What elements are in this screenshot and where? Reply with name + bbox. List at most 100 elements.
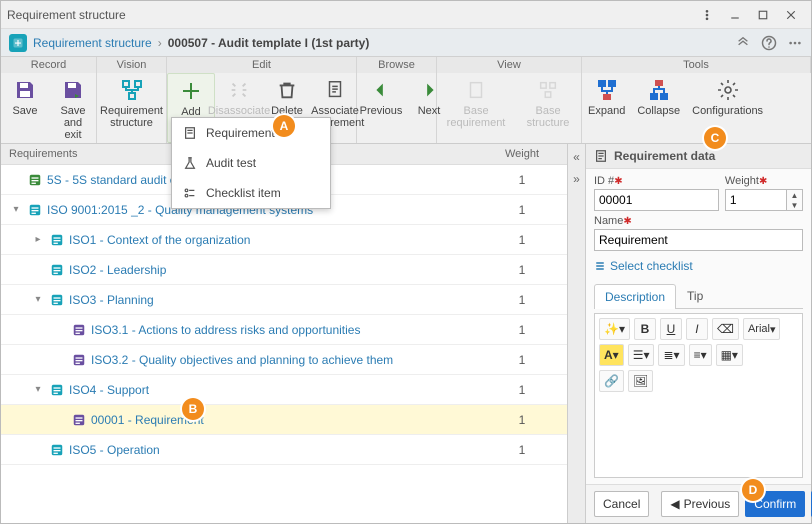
help-icon[interactable] <box>761 35 777 51</box>
ribbon-group-tools: Tools <box>582 57 811 73</box>
tab-description[interactable]: Description <box>594 284 676 309</box>
table-row[interactable]: ISO3.2 - Quality objectives and planning… <box>1 345 567 375</box>
expand-icon <box>594 77 620 103</box>
base-req-button: Base requirement <box>437 73 515 143</box>
base-struct-button: Base structure <box>515 73 581 143</box>
base-struct-label: Base structure <box>521 105 575 129</box>
save-icon <box>12 77 38 103</box>
dd-audit-test[interactable]: Audit test <box>172 148 330 178</box>
dd-requirement[interactable]: Requirement <box>172 118 330 148</box>
save-exit-icon <box>60 77 86 103</box>
id-label: ID #✱ <box>594 175 719 187</box>
ribbon-group-browse: Browse <box>357 57 437 73</box>
configurations-button[interactable]: Configurations <box>686 73 769 143</box>
collapse-button[interactable]: Collapse <box>631 73 686 143</box>
weight-input[interactable] <box>725 189 787 211</box>
row-type-icon <box>49 442 65 458</box>
font-select[interactable]: Arial ▾ <box>743 318 781 340</box>
twist-icon[interactable]: ▾ <box>31 384 45 395</box>
save-exit-label: Save and exit <box>55 105 91 141</box>
breadcrumb-item: 000507 - Audit template I (1st party) <box>168 36 370 50</box>
tab-tip[interactable]: Tip <box>676 283 714 308</box>
arrow-left-icon <box>368 77 394 103</box>
row-weight: 1 <box>477 413 567 427</box>
collapse-up-icon[interactable] <box>735 35 751 51</box>
minimize-button[interactable] <box>721 5 749 25</box>
table-button[interactable]: ▦▾ <box>716 344 743 366</box>
select-checklist-link[interactable]: Select checklist <box>594 259 803 273</box>
breadcrumb-root[interactable]: Requirement structure <box>33 36 152 50</box>
magic-tool-icon[interactable]: ✨▾ <box>599 318 630 340</box>
table-row[interactable]: ▾ISO3 - Planning1 <box>1 285 567 315</box>
plus-icon <box>178 78 204 104</box>
twist-icon[interactable]: ▾ <box>9 204 23 215</box>
name-label: Name✱ <box>594 215 803 227</box>
name-input[interactable] <box>594 229 803 251</box>
disassociate-label: Disassociate <box>208 105 270 117</box>
ribbon-group-record: Record <box>1 57 97 73</box>
maximize-button[interactable] <box>749 5 777 25</box>
row-weight: 1 <box>477 263 567 277</box>
side-collapse[interactable]: « » <box>568 144 586 523</box>
column-weight: Weight <box>477 144 567 164</box>
bold-button[interactable]: B <box>634 318 656 340</box>
row-type-icon <box>71 322 87 338</box>
req-structure-button[interactable]: Requirement structure <box>97 73 166 143</box>
row-label: ISO1 - Context of the organization <box>69 233 477 247</box>
row-weight: 1 <box>477 203 567 217</box>
save-exit-button[interactable]: Save and exit <box>49 73 97 143</box>
image-button[interactable]: 🖼 <box>628 370 653 392</box>
weight-stepper[interactable]: ▲▼ <box>787 189 803 211</box>
highlight-button[interactable]: A▾ <box>599 344 624 366</box>
settings-dots-icon[interactable] <box>787 35 803 51</box>
row-label: ISO3.1 - Actions to address risks and op… <box>91 323 477 337</box>
checklist-icon <box>182 185 198 201</box>
cancel-button[interactable]: Cancel <box>594 491 649 517</box>
row-label: 00001 - Requirement <box>91 413 477 427</box>
collapse-icon <box>646 77 672 103</box>
base-struct-icon <box>535 77 561 103</box>
twist-icon[interactable]: ▾ <box>31 294 45 305</box>
expand-label: Expand <box>588 105 625 117</box>
table-row[interactable]: ▸ISO1 - Context of the organization1 <box>1 225 567 255</box>
expand-button[interactable]: Expand <box>582 73 631 143</box>
link-button[interactable]: 🔗 <box>599 370 624 392</box>
list-ul-button[interactable]: ☰▾ <box>628 344 655 366</box>
row-weight: 1 <box>477 293 567 307</box>
close-button[interactable] <box>777 5 805 25</box>
table-row[interactable]: ISO3.1 - Actions to address risks and op… <box>1 315 567 345</box>
marker-c: C <box>704 127 726 149</box>
chevron-left-icon: « <box>573 150 580 164</box>
more-icon[interactable] <box>693 5 721 25</box>
underline-button[interactable]: U <box>660 318 682 340</box>
erase-button[interactable]: ⌫ <box>712 318 739 340</box>
list-ol-button[interactable]: ≣▾ <box>658 344 684 366</box>
base-req-label: Base requirement <box>443 105 509 129</box>
id-input[interactable] <box>594 189 719 211</box>
previous-button[interactable]: Previous <box>357 73 405 143</box>
window-title: Requirement structure <box>7 8 693 22</box>
doc-link-icon <box>322 77 348 103</box>
req-structure-label: Requirement structure <box>100 105 163 129</box>
footer-previous-button[interactable]: ◀ Previous <box>661 491 739 517</box>
twist-icon[interactable]: ▸ <box>31 234 45 245</box>
row-type-icon <box>49 232 65 248</box>
dd-checklist-item[interactable]: Checklist item <box>172 178 330 208</box>
row-type-icon <box>49 382 65 398</box>
table-row[interactable]: 00001 - Requirement1 <box>1 405 567 435</box>
chevron-right-icon: » <box>573 172 580 186</box>
rich-text-editor[interactable]: ✨▾ B U I ⌫ Arial ▾ A▾ ☰▾ ≣▾ ≡▾ ▦▾ <box>594 313 803 478</box>
save-button[interactable]: Save <box>1 73 49 143</box>
requirements-rows: 5S - 5S standard audit criteria1▾ISO 900… <box>1 165 567 523</box>
row-type-icon <box>27 172 43 188</box>
gear-icon <box>715 77 741 103</box>
table-row[interactable]: ▾ISO4 - Support1 <box>1 375 567 405</box>
row-weight: 1 <box>477 173 567 187</box>
marker-d: D <box>742 479 764 501</box>
align-button[interactable]: ≡▾ <box>689 344 712 366</box>
row-label: ISO5 - Operation <box>69 443 477 457</box>
table-row[interactable]: ISO5 - Operation1 <box>1 435 567 465</box>
table-row[interactable]: ISO2 - Leadership1 <box>1 255 567 285</box>
ribbon: Record Vision Edit Browse View Tools Sav… <box>1 57 811 144</box>
italic-button[interactable]: I <box>686 318 708 340</box>
